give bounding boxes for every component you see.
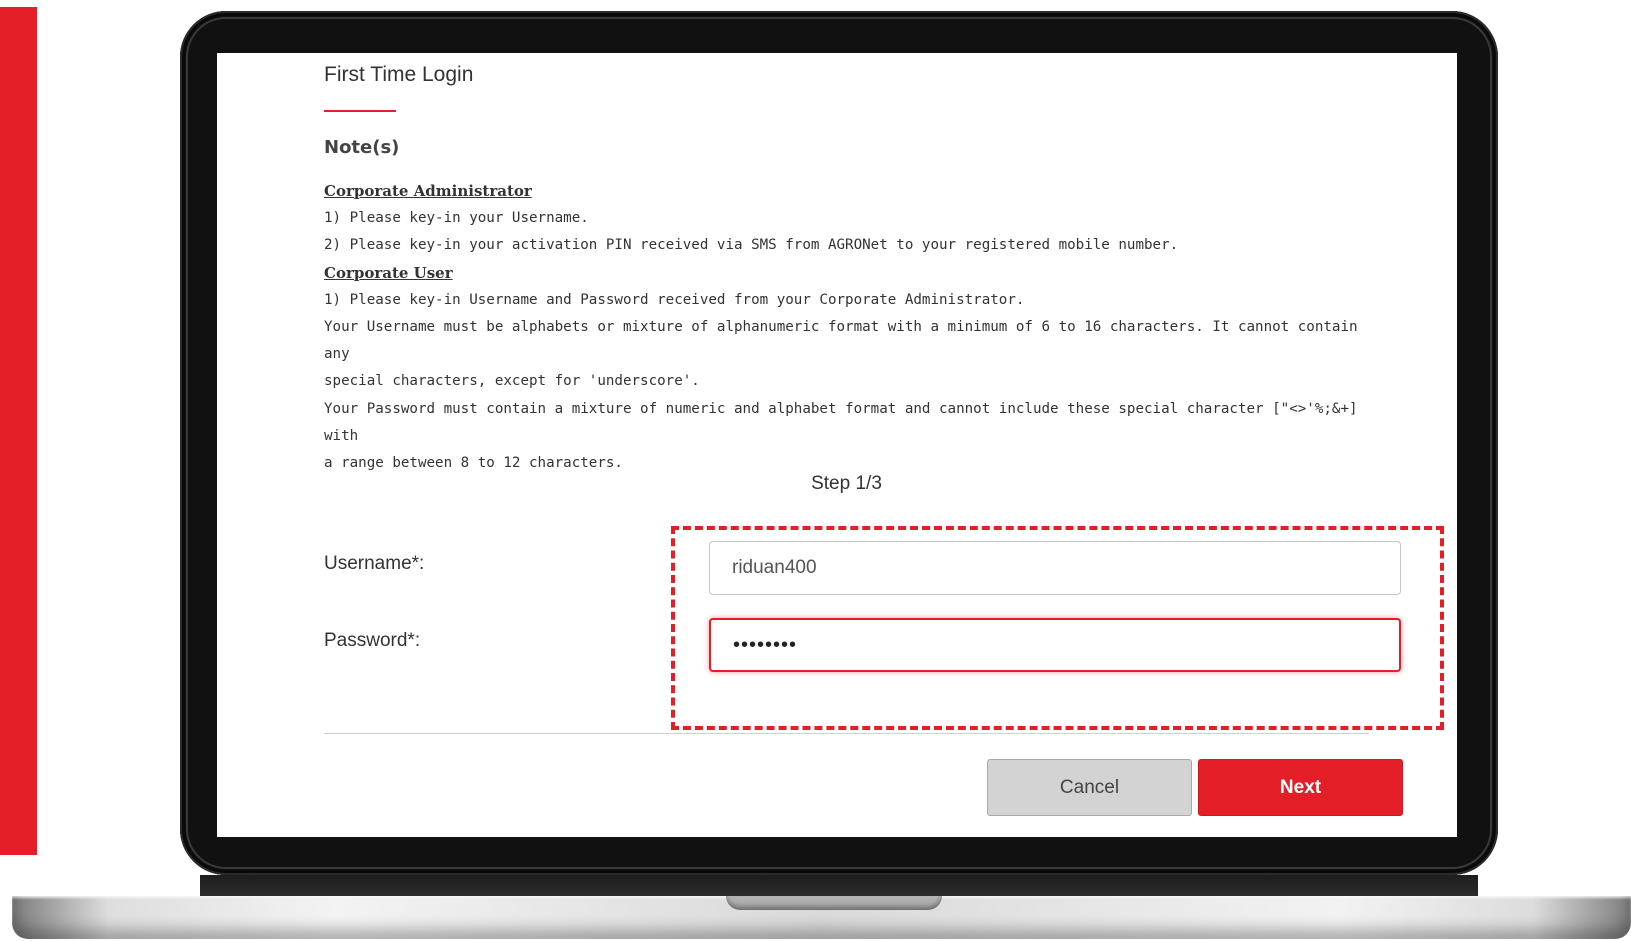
next-button[interactable]: Next [1198,759,1403,816]
username-rule-line-2: special characters, except for 'undersco… [324,373,700,390]
password-rule-line-1: Your Password must contain a mixture of … [324,400,1358,444]
corporate-administrator-heading: Corporate Administrator [324,182,532,200]
laptop-hinge [200,875,1478,897]
laptop-notch [726,896,942,910]
username-rule-line-1: Your Username must be alphabets or mixtu… [324,319,1358,363]
corporate-user-heading: Corporate User [324,263,453,282]
notes-heading: Note(s) [324,137,400,158]
password-input[interactable]: •••••••• [709,618,1401,672]
notes-section: Corporate Administrator 1) Please key-in… [324,178,1369,477]
page: First Time Login Note(s) Corporate Admin… [0,0,1631,941]
step-indicator: Step 1/3 [811,473,882,494]
password-masked-value: •••••••• [733,633,798,656]
page-title: First Time Login [324,63,474,86]
admin-note-line-2: 2) Please key-in your activation PIN rec… [324,237,1179,254]
password-label: Password*: [324,630,421,651]
admin-note-line-1: 1) Please key-in your Username. [324,210,589,227]
username-value: riduan400 [732,557,817,578]
user-note-line-1: 1) Please key-in Username and Password r… [324,291,1025,308]
username-input[interactable]: riduan400 [709,541,1401,595]
cancel-button[interactable]: Cancel [987,759,1192,816]
laptop-screen: First Time Login Note(s) Corporate Admin… [217,53,1457,837]
title-underline [324,110,396,112]
username-label: Username*: [324,553,425,574]
red-side-accent-bar [0,7,37,855]
form-divider [324,733,1369,734]
